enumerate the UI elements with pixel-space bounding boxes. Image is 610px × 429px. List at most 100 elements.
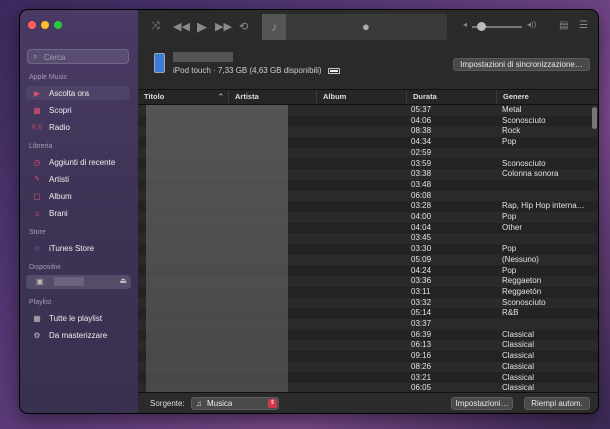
volume-high-icon: ◂)) (527, 20, 537, 29)
sidebar-item-label: Artisti (49, 174, 69, 184)
sidebar-item-scopri[interactable]: ▦ Scopri (26, 103, 130, 117)
genre-cell: Classical (502, 361, 535, 371)
column-artista[interactable]: Artista (228, 90, 316, 104)
genre-cell: Classical (502, 372, 535, 382)
genre-cell: Sconosciuto (502, 115, 546, 125)
playlist-grid-icon: ▦ (33, 313, 41, 323)
genre-cell: Sconosciuto (502, 297, 546, 307)
source-select[interactable]: ♫ Musica ⇕ (191, 397, 279, 410)
device-name-redacted (54, 277, 84, 286)
volume-knob[interactable] (477, 22, 486, 31)
column-durata[interactable]: Durata (406, 90, 496, 104)
sidebar-item-label: iTunes Store (49, 243, 95, 253)
column-titolo[interactable]: Titolo ⌃ (138, 90, 228, 104)
previous-icon[interactable]: ◀◀ (173, 20, 190, 33)
sidebar-item-itunes-store[interactable]: ☆ iTunes Store (26, 241, 130, 255)
eject-icon[interactable]: ⏏ (119, 276, 127, 285)
sidebar-item-label: Ascolta ora (49, 88, 90, 98)
apple-logo-icon: ● (362, 19, 370, 34)
sidebar-item-label: Radio (49, 122, 70, 132)
grid-icon: ▦ (33, 105, 41, 115)
column-genere[interactable]: Genere (496, 90, 598, 104)
shuffle-icon[interactable]: ⤨ (151, 20, 160, 33)
genre-cell: Reggaetón (502, 286, 542, 296)
next-icon[interactable]: ▶▶ (215, 20, 232, 33)
search-input[interactable] (42, 51, 130, 64)
duration-cell: 06:13 (411, 340, 432, 350)
genre-cell (502, 148, 596, 159)
sidebar-item-ascolta-ora[interactable]: ▶ Ascolta ora (26, 86, 130, 100)
genre-cell: Classical (502, 340, 535, 350)
minimize-button[interactable] (41, 21, 49, 29)
genre-cell (502, 180, 596, 191)
autofill-button[interactable]: Riempi autom. (524, 397, 590, 410)
sidebar-item-label: Da masterizzare (49, 330, 108, 340)
sidebar-item-radio[interactable]: ((·)) Radio (26, 120, 130, 134)
scrollbar[interactable] (592, 107, 597, 129)
genre-cell: Pop (502, 265, 517, 275)
sidebar-item-da-masterizzare[interactable]: ⚙ Da masterizzare (26, 328, 130, 342)
settings-button[interactable]: Impostazioni… (451, 397, 513, 410)
genre-cell: R&B (502, 308, 519, 318)
search-icon: ⌕ (33, 52, 38, 61)
search-field[interactable]: ⌕ (27, 49, 130, 64)
lyrics-icon[interactable]: ▤ (559, 20, 568, 31)
genre-cell (502, 233, 596, 244)
genre-cell (502, 191, 596, 202)
column-album[interactable]: Album (316, 90, 406, 104)
lock-icon: ▣ (36, 277, 44, 286)
queue-icon[interactable]: ☰ (579, 20, 588, 31)
close-button[interactable] (28, 21, 36, 29)
redacted-title-artist-area (146, 105, 288, 392)
sidebar-item-album[interactable]: ▢ Album (26, 189, 130, 203)
duration-cell: 02:59 (411, 147, 432, 157)
album-icon: ▢ (33, 191, 41, 201)
duration-cell: 06:08 (411, 190, 432, 200)
duration-cell: 05:37 (411, 105, 432, 114)
sidebar-item-brani[interactable]: ♫ Brani (26, 206, 130, 220)
duration-cell: 06:39 (411, 329, 432, 339)
now-playing-display: ♪ ● (262, 14, 447, 40)
section-apple-music: Apple Music (29, 74, 68, 81)
toolbar: ⤨ ◀◀ ▶ ▶▶ ⟲ ♪ ● ◂ ◂)) ▤ ☰ (138, 10, 598, 45)
duration-cell: 03:59 (411, 158, 432, 168)
duration-cell: 03:28 (411, 201, 432, 211)
repeat-icon[interactable]: ⟲ (239, 20, 248, 33)
duration-cell: 03:11 (411, 286, 431, 296)
device-name-redacted (173, 52, 233, 62)
duration-cell: 03:37 (411, 319, 432, 328)
genre-cell: Rock (502, 126, 521, 136)
volume-slider[interactable] (472, 22, 522, 31)
genre-cell: Sconosciuto (502, 158, 546, 168)
genre-cell: Rap, Hip Hop interna… (502, 201, 585, 211)
section-store: Store (29, 229, 46, 236)
music-note-icon: ♪ (262, 14, 286, 40)
genre-cell: Pop (502, 212, 517, 221)
device-info: iPod touch · 7,33 GB (4,63 GB disponibil… (173, 66, 322, 75)
device-header: iPod touch · 7,33 GB (4,63 GB disponibil… (138, 44, 598, 90)
sidebar-item-device[interactable]: ▣ ⏏ (26, 275, 131, 289)
volume-low-icon: ◂ (463, 20, 468, 29)
genre-cell: Other (502, 222, 523, 232)
microphone-icon: ✎ (34, 176, 40, 183)
star-icon: ☆ (33, 243, 41, 253)
zoom-button[interactable] (54, 21, 62, 29)
genre-cell: Metal (502, 105, 522, 114)
music-note-icon: ♫ (196, 399, 202, 408)
genre-cell: Classical (502, 383, 535, 392)
sidebar-item-artisti[interactable]: ✎ Artisti (26, 172, 130, 186)
play-icon[interactable]: ▶ (197, 19, 207, 35)
genre-cell: Classical (502, 351, 535, 361)
genre-cell (502, 319, 596, 330)
sidebar-item-aggiunti-di-recente[interactable]: ◷ Aggiunti di recente (26, 155, 130, 169)
duration-cell: 03:48 (411, 179, 432, 189)
genre-cell: (Nessuno) (502, 254, 539, 264)
sidebar-item-tutte-le-playlist[interactable]: ▦ Tutte le playlist (26, 311, 130, 325)
sync-settings-button[interactable]: Impostazioni di sincronizzazione… (453, 58, 590, 71)
duration-cell: 08:38 (411, 126, 432, 136)
chevron-updown-icon: ⇕ (268, 399, 277, 408)
window-controls (28, 21, 62, 29)
duration-cell: 03:45 (411, 233, 432, 243)
genre-cell: Classical (502, 329, 535, 339)
duration-cell: 03:32 (411, 297, 432, 307)
